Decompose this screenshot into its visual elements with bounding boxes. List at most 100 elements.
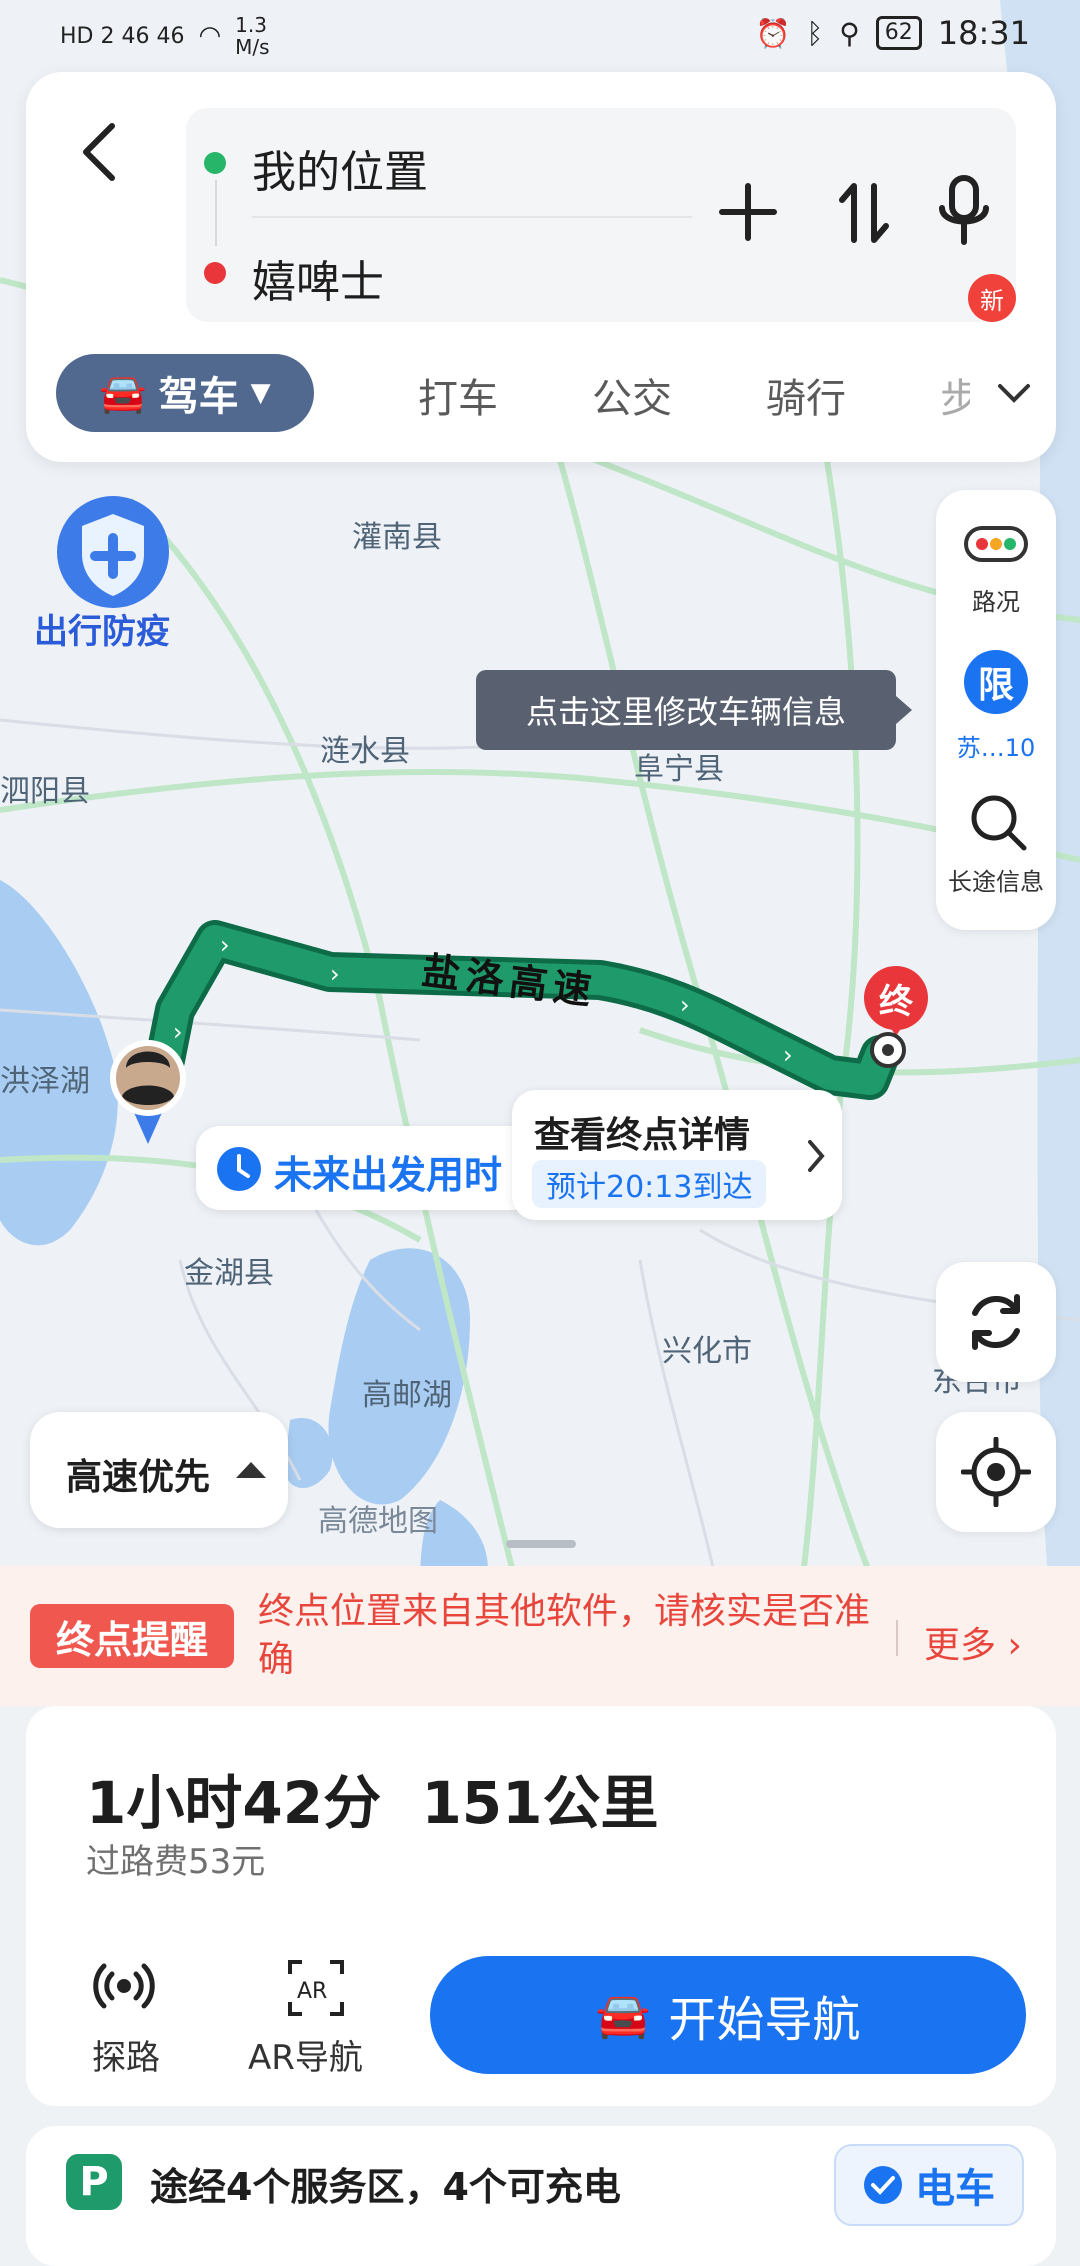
chevron-right-icon (808, 1140, 825, 1172)
start-navigation-label: 开始导航 (668, 1992, 861, 2048)
notice-more-button[interactable]: 更多 › (924, 1616, 1022, 1668)
origin-field[interactable]: 我的位置 (252, 136, 428, 200)
ar-icon: AR (288, 1960, 344, 2016)
refresh-route-button[interactable] (936, 1262, 1056, 1382)
future-departure-button[interactable]: 未来出发用时 (196, 1126, 536, 1210)
place-label: 阜宁县 (634, 752, 724, 787)
route-preference-button[interactable]: 高速优先 (30, 1412, 288, 1528)
chevron-down-icon: ▼ (250, 378, 271, 408)
add-waypoint-button[interactable] (716, 180, 780, 248)
traffic-label: 路况 (972, 588, 1020, 616)
ev-toggle[interactable]: 电车 (834, 2144, 1024, 2226)
chevron-down-icon (998, 384, 1030, 403)
locate-me-button[interactable] (936, 1412, 1056, 1532)
vehicle-info-tooltip[interactable]: 点击这里修改车辆信息 (476, 670, 912, 750)
destination-detail-button[interactable]: 查看终点详情 预计20:13到达 (512, 1090, 842, 1220)
epidemic-travel-button[interactable]: 出行防疫 (34, 494, 194, 654)
signal-indicators: HD 2 46 46 ◠ 1.3 M/s (60, 14, 283, 58)
svg-text:›: › (783, 1041, 793, 1069)
tab-transit[interactable]: 公交 (592, 366, 672, 424)
clock: 18:31 (937, 14, 1030, 52)
traffic-button[interactable]: 路况 (936, 510, 1056, 630)
ev-label: 电车 (915, 2166, 995, 2212)
bluetooth-icon: ᛒ (806, 16, 824, 50)
explore-label: 探路 (92, 2038, 160, 2078)
tab-bike[interactable]: 骑行 (766, 366, 846, 424)
notice-text: 终点位置来自其他软件，请核实是否准确 (258, 1591, 871, 1680)
service-area-card[interactable]: P 途经4个服务区，4个可充电 电车 (26, 2126, 1056, 2266)
place-label: 涟水县 (320, 734, 410, 769)
explore-route-button[interactable]: 探路 (62, 1958, 182, 2078)
svg-text:›: › (220, 931, 230, 959)
svg-text:›: › (330, 960, 340, 988)
more-modes-button[interactable] (994, 372, 1034, 416)
start-navigation-button[interactable]: 🚘 开始导航 (430, 1956, 1026, 2074)
microphone-icon (939, 175, 989, 245)
route-preference-label: 高速优先 (66, 1457, 211, 1498)
map-watermark: 高德地图 (318, 1504, 438, 1539)
destination-detail-title: 查看终点详情 (534, 1115, 751, 1156)
avatar (110, 1040, 186, 1144)
destination-field[interactable]: 嬉啤士 (252, 246, 384, 310)
arrival-eta: 预计20:13到达 (532, 1160, 767, 1208)
checkbox-checked-icon (864, 2166, 902, 2204)
tab-drive[interactable]: 🚘 驾车 ▼ (56, 354, 314, 432)
route-planner-card: 我的位置 嬉啤士 🚘 驾车 ▼ 打车 公交 骑行 步 (26, 72, 1056, 462)
route-summary-card: 1小时42分 151公里 过路费53元 探路 AR AR导航 🚘 开始导航 (26, 1706, 1056, 2106)
status-icons: ⏰ ᛒ ⚲ 62 18:31 (756, 14, 1030, 52)
service-area-text: 途经4个服务区，4个可充电 (150, 2165, 621, 2209)
refresh-icon (972, 1294, 1020, 1350)
restriction-button[interactable]: 限 苏…10 (936, 650, 1056, 770)
voice-button[interactable] (936, 172, 992, 256)
new-badge: 新 (968, 274, 1016, 322)
search-icon (971, 795, 1027, 851)
plate-label: 苏…10 (956, 734, 1036, 762)
place-label: 金湖县 (184, 1256, 274, 1291)
my-location-marker (108, 1038, 188, 1148)
ar-nav-button[interactable]: AR AR导航 (248, 1958, 388, 2078)
long-trip-button[interactable]: 长途信息 (936, 790, 1056, 910)
tab-taxi[interactable]: 打车 (418, 366, 498, 424)
destination-dot-icon (204, 262, 226, 284)
broadcast-icon (93, 1963, 155, 2009)
transport-mode-tabs: 🚘 驾车 ▼ 打车 公交 骑行 步 (56, 354, 1036, 434)
route-input-box: 我的位置 嬉啤士 (186, 108, 1016, 322)
caret-up-icon (236, 1462, 266, 1478)
epidemic-label: 出行防疫 (34, 612, 170, 652)
swap-icon (839, 183, 889, 243)
battery-icon: 62 (875, 16, 922, 50)
place-label: 灌南县 (352, 520, 442, 555)
destination-marker[interactable]: 终 (856, 964, 936, 1074)
signal-text: HD 2 46 46 (60, 23, 185, 49)
parking-icon: P (66, 2154, 122, 2210)
sheet-drag-handle[interactable] (506, 1540, 576, 1548)
toll-fee: 过路费53元 (86, 1842, 266, 1882)
status-bar: HD 2 46 46 ◠ 1.3 M/s ⏰ ᛒ ⚲ 62 18:31 (0, 0, 1080, 72)
shield-icon (57, 496, 169, 608)
ar-nav-label: AR导航 (248, 2038, 363, 2078)
divider (896, 1620, 898, 1656)
back-button[interactable] (70, 112, 130, 192)
route-connector (215, 180, 217, 246)
tab-walk[interactable]: 步 (940, 366, 970, 424)
chevron-right-icon: › (1007, 1625, 1022, 1666)
tab-drive-label: 驾车 (158, 374, 239, 420)
long-trip-label: 长途信息 (948, 868, 1044, 896)
notice-tag: 终点提醒 (30, 1604, 234, 1668)
map-side-panel: 路况 限 苏…10 长途信息 (936, 490, 1056, 930)
svg-text:›: › (680, 991, 690, 1019)
alarm-icon: ⏰ (755, 16, 791, 50)
place-label: 兴化市 (662, 1334, 752, 1369)
swap-button[interactable] (834, 178, 894, 252)
network-speed: 1.3 M/s (235, 13, 270, 59)
route-duration-distance: 1小时42分 151公里 (86, 1769, 659, 1837)
svg-text:AR: AR (297, 1979, 327, 2004)
crosshair-icon (961, 1437, 1031, 1507)
car-icon: 🚘 (595, 1990, 651, 2041)
notice-more-label: 更多 (924, 1625, 997, 1666)
future-departure-label: 未来出发用时 (274, 1153, 503, 1197)
restriction-badge-icon: 限 (964, 650, 1028, 714)
place-label: 泗阳县 (0, 774, 90, 809)
back-arrow-icon (83, 123, 115, 181)
divider (252, 216, 692, 218)
